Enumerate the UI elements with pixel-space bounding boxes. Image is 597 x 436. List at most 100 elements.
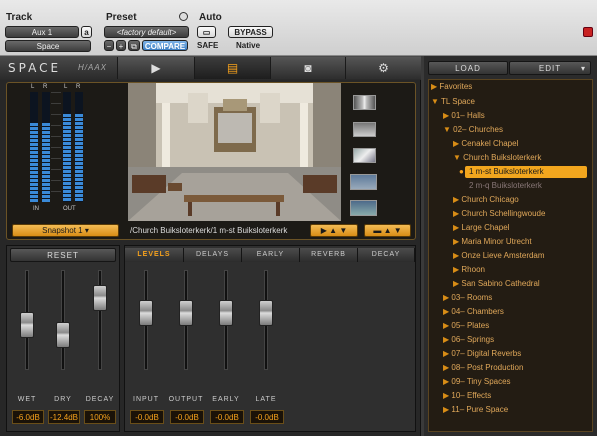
early-fader[interactable] <box>219 300 233 327</box>
photo-thumbnail-2[interactable] <box>353 122 376 137</box>
tree-item[interactable]: ▶ 03– Rooms <box>443 293 492 302</box>
disclosure-right-icon: ▶ <box>443 405 450 414</box>
edit-button[interactable]: EDIT ▾ <box>509 61 591 75</box>
tree-item[interactable]: ▼ 02– Churches <box>443 125 503 134</box>
tree-item[interactable]: ▶ Rhoon <box>453 265 485 274</box>
decay-fader[interactable] <box>93 285 107 312</box>
next-arrow-icon[interactable]: ▼ <box>339 226 347 235</box>
dry-fader[interactable] <box>56 321 70 348</box>
tree-item[interactable]: ▼ Church Buiksloterkerk <box>453 153 541 162</box>
folder-icon[interactable]: ▬ <box>373 226 381 235</box>
tab-decay[interactable]: DECAY <box>358 248 415 262</box>
tree-item[interactable]: ▶ 09– Tiny Spaces <box>443 377 511 386</box>
tab-levels[interactable]: LEVELS <box>125 248 184 262</box>
tree-item[interactable]: ▶ 10– Effects <box>443 391 491 400</box>
tree-item[interactable]: ▶ 04– Chambers <box>443 307 504 316</box>
folder-nav-controls[interactable]: ▬ ▲ ▼ <box>364 224 411 237</box>
photo-thumbnail-3[interactable] <box>353 148 376 163</box>
wet-value[interactable]: -6.0dB <box>12 410 44 424</box>
photo-thumbnail-1[interactable] <box>353 95 376 110</box>
tree-item[interactable]: ▶ Onze Lieve Amsterdam <box>453 251 545 260</box>
early-value[interactable]: -0.0dB <box>210 410 244 424</box>
tree-item[interactable]: ▶ 01– Halls <box>443 111 485 120</box>
tree-item[interactable]: ▶ 06– Springs <box>443 335 494 344</box>
fader-channel-late: LATE <box>251 268 281 430</box>
output-value[interactable]: -0.0dB <box>170 410 204 424</box>
compare-button[interactable]: COMPARE <box>142 40 188 51</box>
automation-icon[interactable]: ▭ <box>197 26 216 38</box>
disclosure-right-icon: ▶ <box>453 139 460 148</box>
fader-channel-wet: WET <box>12 268 42 430</box>
tree-item[interactable]: ▶ 08– Post Production <box>443 363 523 372</box>
tree-item[interactable]: ▶ San Sabino Cathedral <box>453 279 540 288</box>
tree-item[interactable]: 2 m-q Buiksloterkerk <box>469 181 542 190</box>
folder-up-icon[interactable]: ▲ <box>384 226 392 235</box>
disclosure-right-icon: ▶ <box>443 321 450 330</box>
late-fader[interactable] <box>259 300 273 327</box>
output-fader[interactable] <box>179 300 193 327</box>
meter-in-label: IN <box>33 206 39 212</box>
copy-settings-icon[interactable]: ⧉ <box>128 40 140 51</box>
photo-thumbnail-5[interactable] <box>350 200 377 216</box>
load-button[interactable]: LOAD <box>428 61 508 75</box>
fader-channel-early: EARLY <box>211 268 241 430</box>
dry-label: DRY <box>54 396 72 403</box>
wet-fader[interactable] <box>20 311 34 338</box>
tab-reverb[interactable]: REVERB <box>300 248 358 262</box>
safe-button[interactable]: SAFE <box>197 41 218 50</box>
plugin-selector[interactable]: Space <box>5 40 91 52</box>
play-icon[interactable]: ▶ <box>321 226 327 235</box>
decay-value[interactable]: 100% <box>84 410 116 424</box>
impulse-path: /Church Buiksloterkerk/1 m-st Buiksloter… <box>130 226 288 235</box>
dry-value[interactable]: -12.4dB <box>48 410 80 424</box>
meter-out-label: OUT <box>63 206 76 212</box>
tree-item[interactable]: ▼ TL Space <box>431 97 475 106</box>
tree-item[interactable]: ▶ 11– Pure Space <box>443 405 508 414</box>
preset-label: Preset <box>106 12 137 23</box>
tab-early[interactable]: EARLY <box>242 248 300 262</box>
native-label: Native <box>236 41 261 50</box>
tab-settings[interactable]: ⚙ <box>345 57 421 79</box>
preset-menu-icon[interactable] <box>179 12 188 21</box>
snapshot-selector[interactable]: Snapshot 1 ▾ <box>12 224 119 237</box>
tree-item[interactable]: ▶ Favorites <box>431 82 472 91</box>
reset-button[interactable]: RESET <box>10 248 116 262</box>
tree-item[interactable]: ▶ Large Chapel <box>453 223 509 232</box>
preset-next-button[interactable]: + <box>116 40 126 51</box>
photo-thumbnail-4[interactable] <box>350 174 377 190</box>
chevron-down-icon: ▾ <box>580 64 586 73</box>
tab-main[interactable]: ▤ <box>194 57 270 79</box>
tab-input[interactable]: ▶ <box>117 57 194 79</box>
preset-selector[interactable]: <factory default> <box>104 26 189 38</box>
previous-arrow-icon[interactable]: ▲ <box>329 226 337 235</box>
decay-label: DECAY <box>85 396 115 403</box>
meter-in-left <box>30 92 38 202</box>
tree-item-selected[interactable]: ● 1 m-st Buiksloterkerk <box>459 166 587 178</box>
track-selector[interactable]: Aux 1 <box>5 26 79 38</box>
impulse-nav-controls[interactable]: ▶ ▲ ▼ <box>310 224 358 237</box>
gear-icon: ⚙ <box>378 61 389 75</box>
tab-delays[interactable]: DELAYS <box>184 248 242 262</box>
tree-item[interactable]: ▶ Maria Minor Utrecht <box>453 237 532 246</box>
late-value[interactable]: -0.0dB <box>250 410 284 424</box>
tree-item[interactable]: ▶ 07– Digital Reverbs <box>443 349 521 358</box>
disclosure-right-icon: ▶ <box>431 82 438 91</box>
tree-item[interactable]: ▶ Cenakel Chapel <box>453 139 518 148</box>
tree-item[interactable]: ▶ 05– Plates <box>443 321 489 330</box>
track-group-button[interactable]: a <box>81 26 92 38</box>
tree-item[interactable]: ▶ Church Schellingwoude <box>453 209 545 218</box>
tab-snapshot[interactable]: ◙ <box>270 57 345 79</box>
chevron-down-icon: ▾ <box>84 226 89 235</box>
bypass-button[interactable]: BYPASS <box>228 26 273 38</box>
active-dot-icon: ● <box>459 167 464 176</box>
input-value[interactable]: -0.0dB <box>130 410 164 424</box>
folder-down-icon[interactable]: ▼ <box>394 226 402 235</box>
disclosure-right-icon: ▶ <box>443 391 450 400</box>
meter-in-right-fill <box>42 122 50 202</box>
tree-item[interactable]: ▶ Church Chicago <box>453 195 519 204</box>
meter-out-right <box>75 92 83 202</box>
input-fader[interactable] <box>139 300 153 327</box>
record-enable-icon[interactable] <box>583 27 593 37</box>
snapshot-name: Snapshot 1 <box>42 226 83 235</box>
preset-previous-button[interactable]: − <box>104 40 114 51</box>
